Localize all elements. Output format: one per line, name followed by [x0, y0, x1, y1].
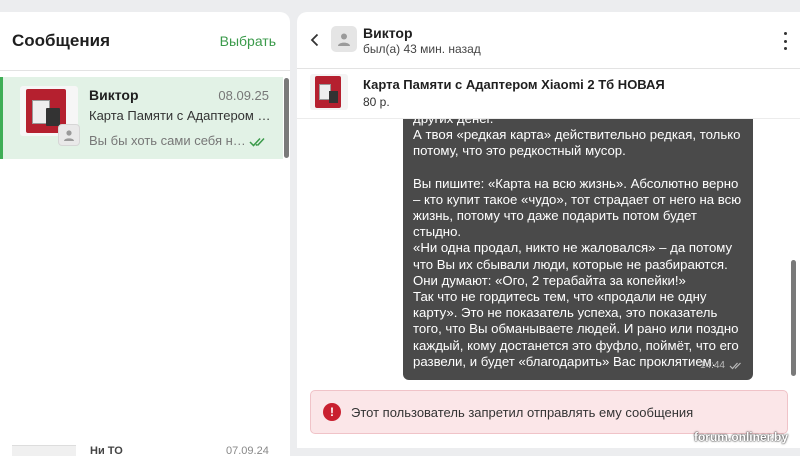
double-check-icon — [249, 134, 267, 152]
watermark: forum.onliner.by — [693, 430, 788, 444]
user-avatar — [58, 124, 80, 146]
conversation-name: Виктор — [89, 87, 139, 103]
message-paragraph: А твоя «редкая карта» действительно редк… — [413, 127, 741, 159]
conversations-title: Сообщения — [12, 31, 110, 50]
chat-user-avatar[interactable] — [331, 26, 357, 52]
chat-panel: Виктор был(а) 43 мин. назад Карта Памяти… — [297, 12, 800, 448]
conversation-date: 08.09.25 — [218, 88, 269, 103]
message-meta: 14:44 — [700, 358, 743, 374]
product-thumbnail — [310, 74, 348, 110]
message-text: реально выпускается, это 1 ТБ, и она сто… — [413, 95, 745, 370]
next-conversation-name[interactable]: Ни ТО — [90, 445, 123, 456]
kebab-dot — [783, 32, 787, 35]
product-bar[interactable]: Карта Памяти с Адаптером Xiaomi 2 Тб НОВ… — [297, 69, 800, 119]
double-check-icon — [729, 362, 741, 370]
conversation-preview: Вы бы хоть сами себя не обманывали — [89, 133, 249, 148]
user-icon — [338, 33, 350, 46]
error-icon: ! — [323, 403, 341, 421]
message-paragraph: «Ни одна продал, никто не жаловался» – д… — [413, 240, 733, 288]
next-conversation-thumbnail — [12, 445, 76, 456]
blocked-notice-text: Этот пользователь запретил отправлять ем… — [351, 404, 694, 420]
message-paragraph: Так что не гордитесь тем, что «продали н… — [413, 288, 739, 369]
more-options-button[interactable] — [780, 32, 790, 50]
back-button[interactable] — [307, 30, 323, 50]
chat-user-status: был(а) 43 мин. назад — [363, 42, 481, 56]
next-conversation-date: 07.09.24 — [226, 445, 269, 456]
conversations-header: Сообщения Выбрать — [0, 12, 290, 70]
message-paragraph: Вы пишите: «Карта на всю жизнь». Абсолют… — [413, 175, 742, 240]
chat-header: Виктор был(а) 43 мин. назад — [297, 12, 800, 68]
conversation-subject: Карта Памяти с Адаптером Xiaomi 2 Тб НОВ… — [89, 108, 274, 123]
message-time: 14:44 — [699, 359, 725, 371]
product-price: 80 р. — [363, 95, 390, 109]
message-bubble: реально выпускается, это 1 ТБ, и она сто… — [403, 95, 753, 380]
chat-scrollbar[interactable] — [791, 260, 796, 376]
conversations-panel: Сообщения Выбрать Виктор 08.09.25 Карта … — [0, 12, 290, 456]
divider — [0, 70, 290, 71]
conversation-item[interactable]: Виктор 08.09.25 Карта Памяти с Адаптером… — [0, 77, 283, 159]
select-button[interactable]: Выбрать — [220, 33, 276, 49]
kebab-dot — [783, 39, 787, 43]
user-icon — [64, 130, 74, 141]
kebab-dot — [783, 47, 787, 50]
conversations-scrollbar[interactable] — [284, 78, 289, 158]
chevron-left-icon — [310, 33, 319, 47]
chat-user-name[interactable]: Виктор — [363, 25, 413, 41]
product-title[interactable]: Карта Памяти с Адаптером Xiaomi 2 Тб НОВ… — [363, 77, 665, 92]
blocked-notice: ! Этот пользователь запретил отправлять … — [310, 390, 788, 434]
